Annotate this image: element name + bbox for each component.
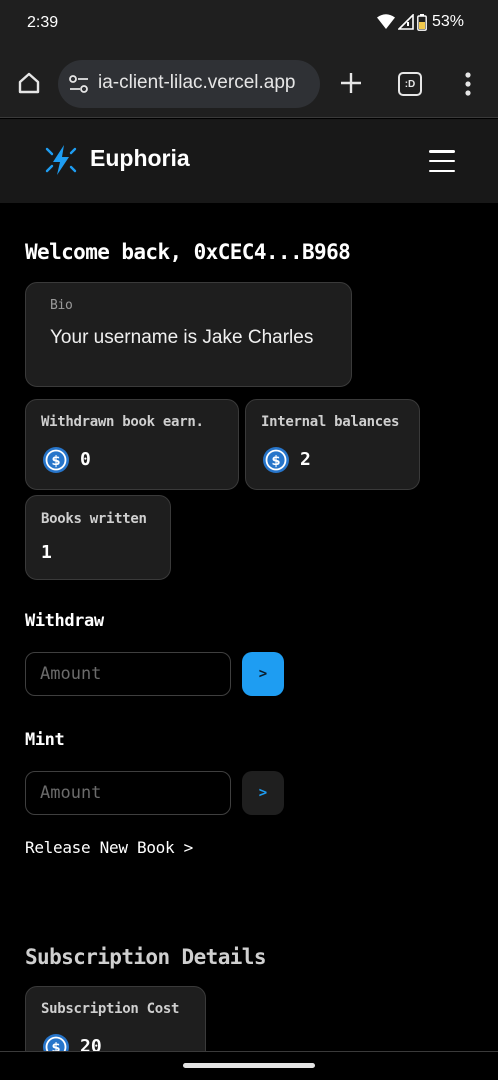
- withdraw-amount-input[interactable]: [25, 652, 231, 696]
- site-settings-icon[interactable]: [68, 74, 90, 98]
- mint-submit-button[interactable]: >: [242, 771, 284, 815]
- battery-percent: 53%: [431, 13, 464, 30]
- subscription-details-title: Subscription Details: [25, 945, 266, 969]
- withdraw-submit-button[interactable]: >: [242, 652, 284, 696]
- usdc-icon: $: [43, 447, 69, 473]
- usdc-icon: $: [263, 447, 289, 473]
- wifi-icon: [376, 14, 395, 30]
- status-time: 2:39: [27, 14, 59, 31]
- brand-name[interactable]: Euphoria: [90, 145, 190, 172]
- withdraw-title: Withdraw: [25, 611, 104, 631]
- welcome-heading: Welcome back, 0xCEC4...B968: [25, 240, 351, 264]
- mint-amount-input[interactable]: [25, 771, 231, 815]
- new-tab-button[interactable]: [336, 68, 366, 98]
- url-text: ia-client-lilac.vercel.app: [98, 72, 296, 93]
- stat-value: 1: [41, 542, 52, 563]
- bio-text: Your username is Jake Charles: [50, 327, 314, 348]
- more-vert-icon: [465, 72, 471, 96]
- status-icons: 53%: [376, 13, 464, 31]
- browser-toolbar: ia-client-lilac.vercel.app :D: [0, 50, 498, 118]
- status-bar: 2:39 53%: [0, 0, 498, 50]
- home-icon: [18, 72, 40, 94]
- bio-label: Bio: [50, 298, 73, 313]
- subscription-cost-label: Subscription Cost: [41, 1001, 180, 1017]
- battery-icon: [417, 13, 427, 31]
- site-header: Euphoria: [0, 119, 498, 203]
- books-written-card: Books written 1: [25, 495, 171, 580]
- stat-value: 2: [300, 449, 311, 470]
- lightning-logo-icon[interactable]: [44, 143, 78, 181]
- stat-label: Withdrawn book earn.: [41, 414, 204, 430]
- home-button[interactable]: [14, 68, 44, 98]
- release-new-book-link[interactable]: Release New Book >: [25, 838, 193, 857]
- svg-text:$: $: [271, 454, 280, 469]
- mint-title: Mint: [25, 730, 65, 750]
- stat-label: Books written: [41, 511, 147, 527]
- gesture-handle[interactable]: [183, 1063, 315, 1068]
- stat-value: 0: [80, 449, 91, 470]
- bio-card: Bio Your username is Jake Charles: [25, 282, 352, 387]
- plus-icon: [341, 73, 361, 93]
- hamburger-menu-icon[interactable]: [429, 150, 455, 172]
- address-bar[interactable]: ia-client-lilac.vercel.app: [58, 60, 320, 108]
- tab-switcher-button[interactable]: :D: [398, 72, 422, 96]
- system-nav-bar: [0, 1051, 498, 1080]
- svg-text:$: $: [51, 454, 60, 469]
- browser-menu-button[interactable]: [456, 68, 480, 100]
- signal-icon: [397, 14, 414, 30]
- internal-balances-card: Internal balances $ 2: [245, 399, 420, 490]
- stat-label: Internal balances: [261, 414, 400, 430]
- withdrawn-earnings-card: Withdrawn book earn. $ 0: [25, 399, 239, 490]
